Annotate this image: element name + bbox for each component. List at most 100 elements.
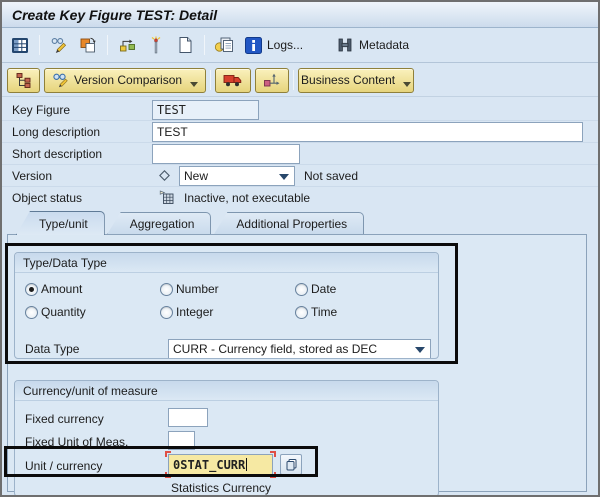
focus-corner-icon [165, 472, 171, 478]
toolbar-separator [39, 35, 40, 55]
tab-type-unit[interactable]: Type/unit [16, 211, 105, 235]
tab-aggregation[interactable]: Aggregation [107, 212, 212, 235]
radio-time-label: Time [311, 305, 337, 319]
focus-corner-icon [270, 451, 276, 457]
radio-time[interactable]: Time [295, 304, 337, 320]
short-description-row: Short description [2, 143, 598, 165]
multiple-selection-icon [285, 458, 298, 471]
application-toolbar: Version Comparison Business Content [2, 64, 598, 97]
value-help-button[interactable] [280, 454, 302, 475]
toolbar-separator [107, 35, 108, 55]
dropdown-arrow-icon [415, 347, 425, 353]
transport-button[interactable] [215, 68, 251, 93]
fixed-unit-field[interactable] [168, 431, 195, 450]
fixed-currency-field[interactable] [168, 408, 208, 427]
radio-circle-selected [25, 283, 38, 296]
data-type-value: CURR - Currency field, stored as DEC [173, 342, 377, 356]
info-icon [243, 35, 263, 55]
activate-torch-icon[interactable] [146, 35, 166, 55]
version-diamond-icon [158, 169, 171, 182]
logs-label: Logs... [267, 38, 303, 52]
version-comparison-label: Version Comparison [74, 73, 182, 87]
toolbar-separator [293, 70, 294, 90]
type-data-type-group: Type/Data Type Amount Number Date Quanti… [14, 252, 439, 359]
key-figure-row: Key Figure TEST [2, 99, 598, 121]
fixed-unit-label: Fixed Unit of Meas. [25, 435, 128, 449]
radio-circle [160, 283, 173, 296]
display-change-icon[interactable] [49, 35, 69, 55]
metadata-button[interactable]: Metadata [335, 35, 409, 55]
tab-strip: Type/unit Aggregation Additional Propert… [8, 211, 364, 235]
fixed-currency-label: Fixed currency [25, 412, 104, 426]
version-label: Version [12, 169, 52, 183]
logs-button[interactable]: Logs... [243, 35, 303, 55]
hierarchy-tree-button[interactable] [7, 68, 40, 93]
business-content-label: Business Content [301, 73, 395, 87]
version-row: Version New Not saved [2, 165, 598, 187]
unit-currency-label: Unit / currency [25, 459, 102, 473]
where-used-icon[interactable] [117, 35, 137, 55]
blank-page-icon[interactable] [175, 35, 195, 55]
radio-number-label: Number [176, 282, 219, 296]
version-comparison-icon [52, 72, 69, 88]
system-toolbar: Logs... Metadata [2, 28, 598, 63]
radio-integer[interactable]: Integer [160, 304, 213, 320]
long-description-label: Long description [12, 125, 100, 139]
radio-date[interactable]: Date [295, 281, 336, 297]
title-bar: Create Key Figure TEST: Detail [2, 2, 598, 28]
radio-number[interactable]: Number [160, 281, 219, 297]
data-flow-icon [263, 72, 281, 88]
currency-unit-header: Currency/unit of measure [15, 381, 438, 401]
unit-currency-value: 0STAT_CURR [173, 458, 245, 472]
data-type-label: Data Type [25, 342, 79, 356]
focus-corner-icon [165, 451, 171, 457]
dropdown-arrow-icon [403, 82, 411, 87]
radio-date-label: Date [311, 282, 336, 296]
radio-quantity-label: Quantity [41, 305, 86, 319]
sap-window: Create Key Figure TEST: Detail [0, 0, 600, 497]
short-description-label: Short description [12, 147, 102, 161]
unit-currency-caption: Statistics Currency [171, 481, 271, 495]
truck-icon [223, 73, 243, 88]
version-value: New [184, 169, 208, 183]
workbench-grid-icon[interactable] [10, 35, 30, 55]
metadata-label: Metadata [359, 38, 409, 52]
toolbar-separator [210, 70, 211, 90]
object-status-label: Object status [12, 191, 82, 205]
key-figure-field[interactable]: TEST [152, 100, 259, 120]
radio-circle [160, 306, 173, 319]
version-comparison-button[interactable]: Version Comparison [44, 68, 206, 93]
metadata-icon [335, 35, 355, 55]
object-status-row: Object status Inactive, not executable [2, 187, 598, 209]
toolbar-separator [204, 35, 205, 55]
version-dropdown[interactable]: New [179, 166, 295, 186]
business-content-button[interactable]: Business Content [298, 68, 414, 93]
short-description-field[interactable] [152, 144, 300, 164]
radio-integer-label: Integer [176, 305, 213, 319]
version-status: Not saved [304, 169, 358, 183]
radio-circle [295, 283, 308, 296]
long-description-field[interactable]: TEST [152, 122, 583, 142]
copy-icon[interactable] [78, 35, 98, 55]
page-title: Create Key Figure TEST: Detail [12, 7, 217, 23]
unit-currency-field[interactable]: 0STAT_CURR [168, 454, 273, 475]
dataflow-button[interactable] [255, 68, 289, 93]
versions-icon[interactable] [214, 35, 234, 55]
long-description-row: Long description TEST [2, 121, 598, 143]
dropdown-arrow-icon [190, 82, 198, 87]
radio-amount-label: Amount [41, 282, 82, 296]
radio-amount[interactable]: Amount [25, 281, 82, 297]
focus-corner-icon [270, 472, 276, 478]
currency-unit-group: Currency/unit of measure Fixed currency … [14, 380, 439, 497]
object-status-icon [158, 189, 175, 206]
dropdown-arrow-icon [279, 174, 289, 180]
object-status-value: Inactive, not executable [184, 191, 310, 205]
key-figure-label: Key Figure [12, 103, 70, 117]
type-data-type-header: Type/Data Type [15, 253, 438, 273]
radio-circle [295, 306, 308, 319]
tab-additional-properties[interactable]: Additional Properties [213, 212, 364, 235]
radio-circle [25, 306, 38, 319]
radio-quantity[interactable]: Quantity [25, 304, 86, 320]
hierarchy-tree-icon [15, 72, 32, 89]
data-type-dropdown[interactable]: CURR - Currency field, stored as DEC [168, 339, 431, 359]
